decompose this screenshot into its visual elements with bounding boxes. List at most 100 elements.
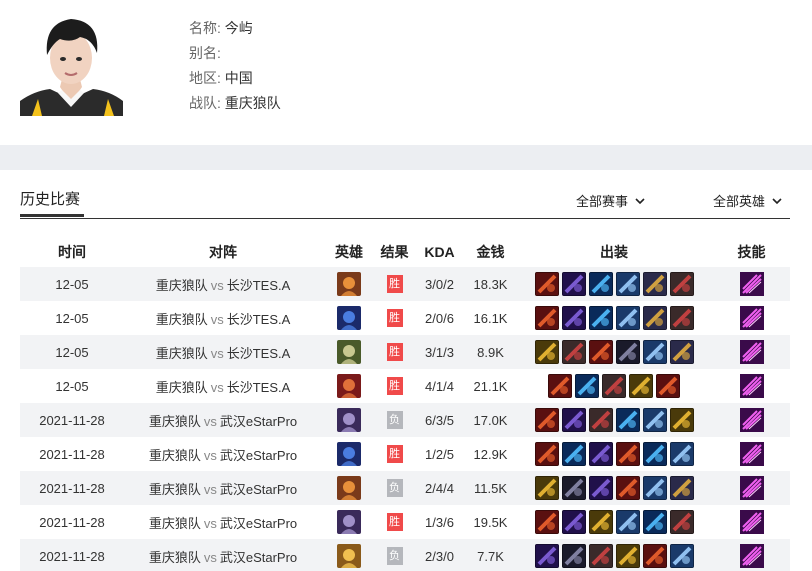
skill-flash-icon xyxy=(739,510,764,534)
table-row[interactable]: 12-05 重庆狼队 vs 长沙TES.A 胜 4/1/4 21.1K xyxy=(20,369,790,403)
equipment-item-icon xyxy=(561,544,586,568)
equipment-item-icon xyxy=(534,476,559,500)
history-tab[interactable]: 历史比赛 xyxy=(20,188,80,209)
header-time: 时间 xyxy=(58,244,86,260)
table-row[interactable]: 12-05 重庆狼队 vs 长沙TES.A 胜 3/0/2 18.3K xyxy=(20,267,790,301)
info-region-label: 地区: xyxy=(189,70,221,86)
hero-cell xyxy=(322,544,376,568)
info-region: 地区: 中国 xyxy=(189,66,281,91)
table-row[interactable]: 2021-11-28 重庆狼队 vs 武汉eStarPro 负 6/3/5 17.0K xyxy=(20,403,790,437)
equipment-list xyxy=(515,340,713,364)
equipment-item-icon xyxy=(534,408,559,432)
vs-label: vs xyxy=(210,311,224,327)
hero-filter-dropdown[interactable]: 全部英雄 xyxy=(713,191,783,210)
team-a-name: 重庆狼队 xyxy=(155,277,208,293)
gold-value: 8.9K xyxy=(477,344,504,360)
equipment-item-icon xyxy=(534,442,559,466)
team-b-name: 武汉eStarPro xyxy=(219,481,298,497)
equipment-item-icon xyxy=(669,510,694,534)
equipment-item-icon xyxy=(669,544,694,568)
kda-value: 1/3/6 xyxy=(425,514,454,530)
skill-cell xyxy=(713,408,790,432)
header-kda: KDA xyxy=(424,244,455,260)
hero-purple-icon xyxy=(337,510,361,534)
vs-label: vs xyxy=(203,413,217,429)
header-gold: 金钱 xyxy=(476,244,505,260)
player-info: 名称: 今屿 别名: 地区: 中国 战队: 重庆狼队 xyxy=(189,16,281,116)
equipment-list xyxy=(515,408,713,432)
equipment-list xyxy=(515,374,713,398)
chevron-down-icon xyxy=(635,197,645,204)
gold-value: 19.5K xyxy=(473,514,508,530)
player-name: 今屿 xyxy=(224,20,253,36)
history-tab-underline xyxy=(20,214,84,217)
equipment-item-icon xyxy=(656,374,680,398)
equipment-item-icon xyxy=(615,476,640,500)
equipment-item-icon xyxy=(642,510,667,534)
equipment-item-icon xyxy=(669,340,694,364)
hero-gold-icon xyxy=(337,544,361,568)
vs-label: vs xyxy=(203,515,217,531)
result-cell: 负 xyxy=(376,411,413,429)
table-row[interactable]: 2021-11-28 重庆狼队 vs 武汉eStarPro 负 2/3/0 7.7K xyxy=(20,539,790,571)
equipment-item-icon xyxy=(669,442,694,466)
equipment-item-icon xyxy=(642,544,667,568)
info-team-label: 战队: xyxy=(189,95,221,111)
vs-label: vs xyxy=(210,379,224,395)
gold-value: 21.1K xyxy=(473,378,508,394)
gold-value: 16.1K xyxy=(473,310,508,326)
kda-value: 3/0/2 xyxy=(425,276,454,292)
hero-red-icon xyxy=(337,374,361,398)
kda-value: 1/2/5 xyxy=(425,446,454,462)
match-time: 2021-11-28 xyxy=(39,446,105,462)
skill-cell xyxy=(713,272,790,296)
equipment-item-icon xyxy=(642,442,667,466)
equipment-list xyxy=(515,442,713,466)
table-row[interactable]: 12-05 重庆狼队 vs 长沙TES.A 胜 2/0/6 16.1K xyxy=(20,301,790,335)
gold-value: 18.3K xyxy=(473,276,508,292)
skill-flash-icon xyxy=(739,544,764,568)
match-time: 12-05 xyxy=(55,276,89,292)
header-skill: 技能 xyxy=(737,244,766,260)
match-time: 12-05 xyxy=(55,378,89,394)
hero-orange-icon xyxy=(337,272,361,296)
equipment-item-icon xyxy=(588,340,613,364)
equipment-item-icon xyxy=(615,510,640,534)
player-profile: 名称: 今屿 别名: 地区: 中国 战队: 重庆狼队 xyxy=(0,0,812,145)
equipment-item-icon xyxy=(534,544,559,568)
skill-flash-icon xyxy=(739,306,764,330)
table-row[interactable]: 2021-11-28 重庆狼队 vs 武汉eStarPro 负 2/4/4 11.5K xyxy=(20,471,790,505)
hero-cell xyxy=(322,442,376,466)
match-teams: 重庆狼队 vs 武汉eStarPro xyxy=(124,547,322,566)
result-cell: 胜 xyxy=(376,343,413,361)
hero-cell xyxy=(322,340,376,364)
player-region: 中国 xyxy=(224,70,253,86)
gold-value: 7.7K xyxy=(477,548,504,564)
result-badge: 胜 xyxy=(386,377,403,395)
event-filter-dropdown[interactable]: 全部赛事 xyxy=(576,191,646,210)
team-b-name: 武汉eStarPro xyxy=(219,447,298,463)
result-cell: 胜 xyxy=(376,513,413,531)
equipment-item-icon xyxy=(534,272,559,296)
result-badge: 胜 xyxy=(386,275,403,293)
equipment-item-icon xyxy=(588,544,613,568)
result-badge: 胜 xyxy=(386,309,403,327)
equipment-item-icon xyxy=(588,442,613,466)
equipment-list xyxy=(515,306,713,330)
result-badge: 负 xyxy=(386,479,403,497)
equipment-item-icon xyxy=(561,408,586,432)
match-time: 2021-11-28 xyxy=(39,548,105,564)
info-name-label: 名称: xyxy=(189,20,221,36)
hero-blue-icon xyxy=(337,306,361,330)
kda-value: 2/3/0 xyxy=(425,548,454,564)
equipment-item-icon xyxy=(548,374,572,398)
equipment-item-icon xyxy=(602,374,626,398)
table-row[interactable]: 12-05 重庆狼队 vs 长沙TES.A 胜 3/1/3 8.9K xyxy=(20,335,790,369)
kda-value: 2/0/6 xyxy=(425,310,454,326)
info-team: 战队: 重庆狼队 xyxy=(189,91,281,116)
table-row[interactable]: 2021-11-28 重庆狼队 vs 武汉eStarPro 胜 1/2/5 12.9K xyxy=(20,437,790,471)
match-teams: 重庆狼队 vs 武汉eStarPro xyxy=(124,411,322,430)
equipment-item-icon xyxy=(561,272,586,296)
equipment-item-icon xyxy=(642,306,667,330)
table-row[interactable]: 2021-11-28 重庆狼队 vs 武汉eStarPro 胜 1/3/6 19.5K xyxy=(20,505,790,539)
